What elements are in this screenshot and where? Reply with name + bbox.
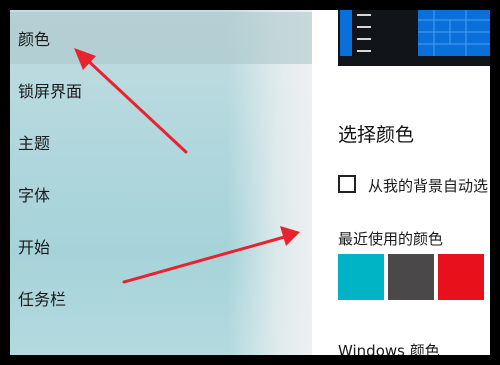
sidebar-item-colors[interactable]: 颜色 bbox=[10, 12, 312, 64]
sidebar-item-taskbar[interactable]: 任务栏 bbox=[10, 272, 312, 324]
recent-color-swatch-red[interactable] bbox=[438, 254, 484, 300]
checkbox-label: 从我的背景自动选 bbox=[368, 177, 489, 195]
sidebar-item-label: 开始 bbox=[18, 238, 51, 257]
theme-preview bbox=[338, 10, 490, 66]
settings-sidebar: 颜色 锁屏界面 主题 字体 开始 任务栏 bbox=[10, 10, 312, 355]
checkbox-box[interactable] bbox=[338, 175, 356, 193]
colors-content-pane: 选择颜色 从我的背景自动选 最近使用的颜色 Windows 颜色 bbox=[312, 10, 490, 355]
sidebar-item-label: 主题 bbox=[18, 134, 51, 153]
sidebar-item-lock-screen[interactable]: 锁屏界面 bbox=[10, 64, 312, 116]
recent-color-swatch-gray[interactable] bbox=[388, 254, 434, 300]
recent-color-swatch-teal[interactable] bbox=[338, 254, 384, 300]
sidebar-item-themes[interactable]: 主题 bbox=[10, 116, 312, 168]
sidebar-item-start[interactable]: 开始 bbox=[10, 220, 312, 272]
auto-pick-accent-checkbox[interactable]: 从我的背景自动选 bbox=[338, 174, 490, 196]
start-menu-preview-graphic bbox=[338, 10, 490, 66]
preview-taskbar bbox=[338, 56, 490, 66]
preview-menu-line bbox=[357, 26, 371, 28]
preview-menu-line bbox=[357, 14, 371, 16]
preview-menu-line bbox=[357, 38, 371, 40]
choose-color-heading: 选择颜色 bbox=[338, 124, 415, 146]
preview-start-strip bbox=[340, 10, 352, 56]
sidebar-item-label: 颜色 bbox=[18, 30, 51, 49]
sidebar-item-fonts[interactable]: 字体 bbox=[10, 168, 312, 220]
preview-tiles-block bbox=[418, 10, 490, 56]
screenshot-frame: 颜色 锁屏界面 主题 字体 开始 任务栏 选择颜色 从我的背景自动选 最近使用的… bbox=[0, 0, 500, 365]
recent-colors-label: 最近使用的颜色 bbox=[338, 230, 444, 248]
preview-menu-line bbox=[357, 50, 371, 52]
sidebar-item-label: 任务栏 bbox=[18, 290, 67, 309]
windows-colors-label: Windows 颜色 bbox=[338, 342, 440, 355]
sidebar-item-label: 锁屏界面 bbox=[18, 82, 83, 101]
sidebar-item-label: 字体 bbox=[18, 186, 51, 205]
